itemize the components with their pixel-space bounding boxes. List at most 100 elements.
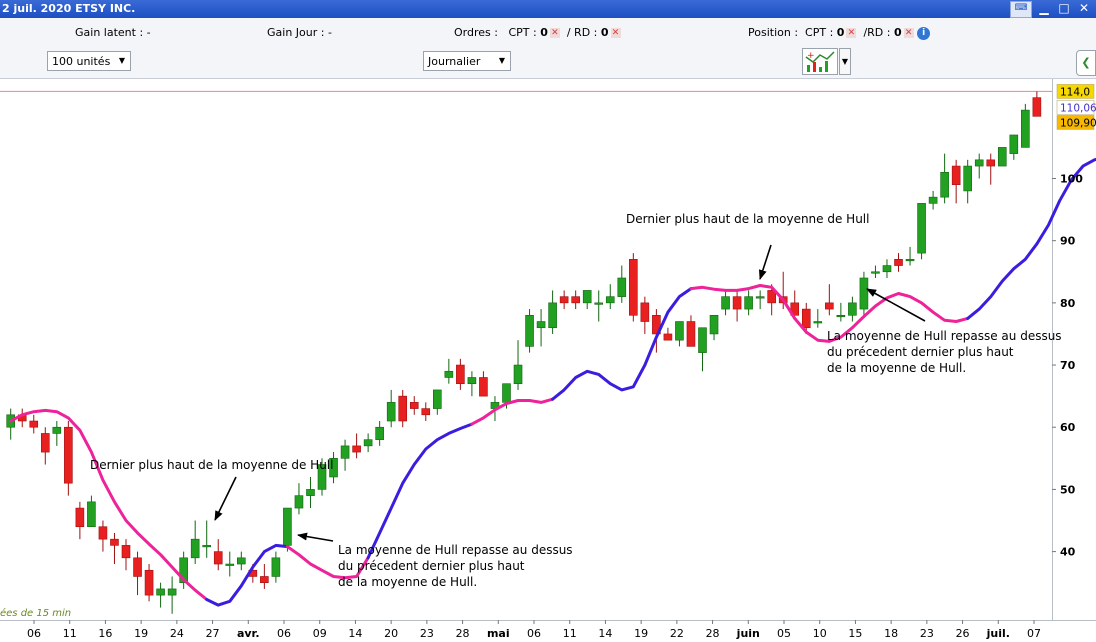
info-icon[interactable]: i	[917, 26, 931, 40]
x-tick-label: 06	[277, 627, 291, 640]
candle-body	[536, 321, 546, 329]
close-button[interactable]: ✕	[1076, 1, 1092, 16]
position: Position : CPT : 0 ✕ /RD : 0 ✕ i	[748, 26, 931, 40]
candle-body	[882, 265, 892, 273]
candle-body	[1032, 97, 1042, 117]
candle-body	[848, 302, 857, 316]
annotation-crossover-1: La moyenne de Hull repasse au dessus du …	[338, 543, 573, 589]
x-tick-label: 06	[27, 627, 41, 640]
y-tick-label: 50	[1060, 483, 1076, 496]
candle-body	[75, 507, 85, 528]
x-tick-label: 07	[1027, 627, 1041, 640]
x-tick-label: 05	[777, 627, 791, 640]
info-bar: Gain latent : - Gain Jour : - Ordres : C…	[0, 18, 1096, 47]
x-tick-label: 16	[98, 627, 112, 640]
candle-body	[260, 576, 269, 583]
clear-rd-position-icon[interactable]: ✕	[903, 28, 914, 38]
x-tick-label: 23	[420, 627, 434, 640]
candle-body	[709, 314, 719, 335]
candle-body	[744, 296, 753, 310]
candle-body	[928, 196, 938, 204]
candle-body	[905, 259, 915, 262]
gain-jour: Gain Jour : -	[267, 26, 332, 39]
annotation-last-high-2: Dernier plus haut de la moyenne de Hull	[626, 212, 870, 226]
candle-body	[52, 426, 62, 434]
candle-body	[1021, 109, 1030, 148]
x-tick-label: 23	[920, 627, 934, 640]
chevron-down-icon: ▼	[498, 56, 505, 65]
candle-body	[156, 588, 165, 596]
position-rd-value: 0	[893, 26, 902, 39]
clear-cpt-position-icon[interactable]: ✕	[846, 28, 857, 38]
x-tick-label: 11	[63, 627, 77, 640]
period-select[interactable]: Journalier ▼	[423, 51, 511, 71]
annotation-crossover-2: La moyenne de Hull repasse au dessus du …	[827, 329, 1062, 375]
candle-body	[237, 557, 246, 565]
candle-body	[40, 433, 50, 453]
x-tick-label: 14	[348, 627, 362, 640]
candle-body	[525, 314, 534, 347]
candle-body	[386, 402, 396, 422]
ordres-rd-label: / RD :	[566, 26, 598, 39]
indicator-chart-button[interactable]: +	[802, 48, 838, 75]
candle-body	[605, 296, 615, 304]
candle-body	[640, 302, 650, 322]
candle-body	[836, 314, 846, 318]
candle-body	[594, 302, 604, 305]
candle-body	[294, 495, 304, 509]
candle-body	[963, 165, 972, 192]
candle-body	[64, 426, 73, 484]
clear-rd-orders-icon[interactable]: ✕	[610, 28, 621, 38]
candle-body	[190, 538, 200, 559]
candle-body	[732, 296, 742, 310]
candle-body	[513, 364, 523, 385]
x-tick-label: juil.	[986, 627, 1010, 640]
side-panel-toggle-button[interactable]: ❮	[1076, 50, 1096, 76]
candle-body	[467, 377, 477, 385]
units-select[interactable]: 100 unités ▼	[47, 51, 131, 71]
candle-body	[144, 569, 154, 596]
candle-body	[801, 308, 811, 329]
x-tick-label: 10	[813, 627, 827, 640]
candle-body	[894, 259, 903, 266]
minimize-button[interactable]: ▁	[1036, 1, 1052, 16]
maximize-button[interactable]: □	[1056, 1, 1072, 16]
candle-body	[306, 489, 315, 496]
annotation-last-high-1: Dernier plus haut de la moyenne de Hull	[90, 458, 334, 472]
candle-body	[456, 364, 465, 385]
clear-cpt-orders-icon[interactable]: ✕	[549, 28, 560, 38]
candle-body	[997, 147, 1007, 167]
candle-body	[340, 445, 350, 459]
gain-latent: Gain latent : -	[75, 26, 151, 39]
candle-body	[951, 165, 961, 186]
x-tick-label: 24	[170, 627, 184, 640]
candle-body	[444, 370, 454, 378]
keyboard-icon[interactable]: ⌨	[1010, 1, 1032, 18]
window-title: 2 juil. 2020 ETSY INC.	[2, 2, 136, 15]
position-label: Position :	[748, 26, 799, 39]
ordres-rd-value: 0	[600, 26, 609, 39]
x-tick-label: 15	[848, 627, 862, 640]
price-tag-label: 114,0	[1060, 86, 1090, 98]
y-tick-label: 80	[1060, 297, 1076, 310]
candle-body	[225, 563, 235, 566]
chart-indicator-icon: +	[805, 51, 835, 72]
x-tick-label: 14	[598, 627, 612, 640]
price-tag-label: 110,06	[1060, 102, 1096, 114]
chevron-down-icon: ▼	[118, 56, 125, 65]
candle-body	[859, 277, 869, 310]
y-tick-label: 100	[1060, 172, 1083, 185]
x-tick-label: avr.	[237, 627, 260, 640]
candle-body	[813, 321, 823, 324]
indicator-dropdown-button[interactable]: ▼	[839, 48, 851, 75]
period-select-value: Journalier	[428, 55, 481, 68]
x-tick-label: 27	[206, 627, 220, 640]
candle-body	[363, 439, 373, 447]
footer-note: ées de 15 min	[0, 608, 72, 619]
y-tick-label: 90	[1060, 235, 1076, 248]
candle-body	[698, 327, 707, 353]
candle-body	[409, 402, 419, 409]
x-tick-label: 11	[563, 627, 577, 640]
candle-body	[283, 507, 292, 546]
candle-body	[617, 277, 627, 297]
